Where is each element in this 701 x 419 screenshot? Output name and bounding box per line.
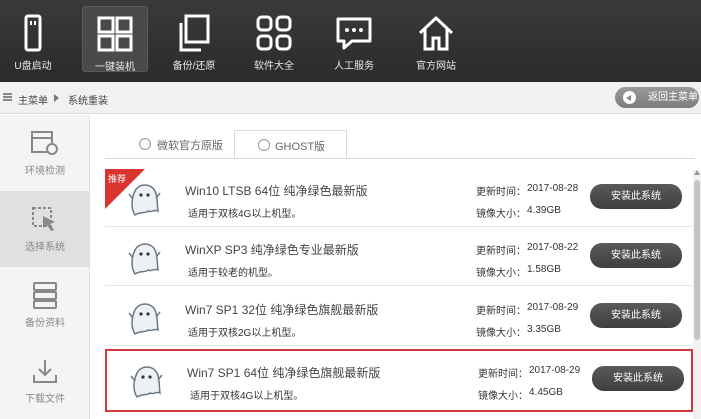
sidebar: 环境检测 选择系统 备份资料 下载文件 — [0, 115, 90, 419]
database-icon — [33, 282, 57, 309]
scrollbar-thumb[interactable] — [694, 180, 700, 340]
scroll-up-arrow-icon[interactable] — [694, 170, 700, 175]
ghost-icon — [130, 366, 163, 399]
ghost-icon — [128, 184, 161, 217]
system-title: Win7 SP1 64位 纯净绿色旗舰最新版 — [187, 366, 381, 380]
hardware-check-icon — [31, 131, 58, 155]
tab-label: GHOST版 — [275, 141, 326, 153]
cursor-select-icon — [32, 207, 55, 231]
download-icon — [33, 360, 57, 383]
system-description: 适用于双核2G以上机型。 — [188, 328, 302, 339]
breadcrumb: 主菜单 系统重装 — [0, 82, 701, 114]
system-title: Win10 LTSB 64位 纯净绿色最新版 — [185, 184, 368, 198]
system-row[interactable]: 推荐 Win10 LTSB 64位 纯净绿色最新版 适用于双核4G以上机型。 更… — [105, 169, 692, 227]
scrollbar[interactable] — [693, 170, 701, 419]
breadcrumb-current: 系统重装 — [68, 96, 108, 107]
image-size-label: 镜像大小： — [476, 209, 526, 220]
system-row[interactable]: Win7 SP1 32位 纯净绿色旗舰最新版 适用于双核2G以上机型。 更新时间… — [105, 288, 692, 346]
back-arrow-icon — [623, 91, 636, 104]
update-time-value: 2017-08-22 — [527, 242, 579, 253]
install-system-button[interactable]: 安装此系统 — [590, 184, 682, 209]
image-size-value: 4.45GB — [529, 387, 563, 398]
back-to-main-menu-button[interactable]: 返回主菜单 — [615, 87, 699, 108]
sidebar-label: 备份资料 — [25, 318, 65, 329]
windows-logo-icon — [97, 16, 133, 52]
ghost-disc-icon — [258, 139, 270, 151]
update-time-label: 更新时间： — [476, 187, 526, 198]
usb-drive-icon — [24, 14, 42, 52]
image-size-label: 镜像大小： — [476, 328, 526, 339]
toolbar-website[interactable]: 官方网站 — [403, 6, 469, 72]
toolbar-software[interactable]: 软件大全 — [241, 6, 307, 72]
image-size-label: 镜像大小： — [478, 391, 528, 402]
image-size-value: 1.58GB — [527, 264, 561, 275]
toolbar-one-click-install[interactable]: 一键装机 — [82, 6, 148, 73]
ghost-icon — [128, 303, 161, 336]
update-time-value: 2017-08-28 — [527, 183, 579, 194]
sidebar-item-download-files[interactable]: 下载文件 — [0, 343, 90, 419]
install-system-button[interactable]: 安装此系统 — [590, 303, 682, 328]
sidebar-item-select-system[interactable]: 选择系统 — [0, 191, 90, 267]
toolbar-label: 官方网站 — [416, 61, 456, 72]
sidebar-item-environment-check[interactable]: 环境检测 — [0, 115, 90, 191]
toolbar-usb-boot[interactable]: U盘启动 — [0, 6, 66, 72]
install-system-button[interactable]: 安装此系统 — [590, 243, 682, 268]
apps-grid-icon — [256, 15, 292, 51]
system-row-selected[interactable]: Win7 SP1 64位 纯净绿色旗舰最新版 适用于双核4G以上机型。 更新时间… — [105, 349, 693, 412]
tab-ghost[interactable]: GHOST版 — [234, 130, 347, 159]
update-time-value: 2017-08-29 — [529, 365, 581, 376]
home-icon — [418, 16, 454, 51]
system-description: 适用于双核4G以上机型。 — [190, 391, 304, 402]
system-title: Win7 SP1 32位 纯净绿色旗舰最新版 — [185, 303, 379, 317]
top-toolbar: U盘启动 一键装机 备份/还原 软件大全 人工服务 官方网站 — [0, 0, 701, 82]
update-time-value: 2017-08-29 — [527, 302, 579, 313]
toolbar-label: 软件大全 — [254, 61, 294, 72]
image-size-value: 4.39GB — [527, 205, 561, 216]
sidebar-label: 环境检测 — [25, 166, 65, 177]
tab-microsoft-original[interactable]: 微软官方原版 — [130, 130, 234, 159]
tab-label: 微软官方原版 — [157, 140, 223, 152]
system-description: 适用于双核4G以上机型。 — [188, 209, 302, 220]
toolbar-label: 人工服务 — [334, 61, 374, 72]
tab-divider — [105, 158, 695, 159]
back-button-label: 返回主菜单 — [648, 92, 698, 103]
toolbar-label: 备份/还原 — [172, 61, 216, 72]
chat-bubble-icon — [336, 17, 372, 50]
copy-documents-icon — [179, 14, 210, 52]
toolbar-label: 一键装机 — [95, 62, 135, 73]
toolbar-label: U盘启动 — [14, 61, 52, 72]
image-size-label: 镜像大小： — [476, 268, 526, 279]
sidebar-label: 下载文件 — [25, 394, 65, 405]
system-title: WinXP SP3 纯净绿色专业最新版 — [185, 243, 359, 257]
image-size-value: 3.35GB — [527, 324, 561, 335]
system-description: 适用于较老的机型。 — [188, 268, 278, 279]
system-row[interactable]: WinXP SP3 纯净绿色专业最新版 适用于较老的机型。 更新时间： 2017… — [105, 228, 692, 286]
sidebar-label: 选择系统 — [25, 242, 65, 253]
menu-icon — [3, 93, 12, 101]
recommended-badge-label: 推荐 — [108, 174, 127, 184]
toolbar-support[interactable]: 人工服务 — [321, 6, 387, 72]
breadcrumb-home[interactable]: 主菜单 — [18, 92, 48, 107]
ghost-icon — [128, 243, 161, 276]
sidebar-item-backup-data[interactable]: 备份资料 — [0, 267, 90, 343]
chevron-right-icon — [54, 94, 59, 102]
disc-icon — [139, 138, 151, 150]
install-system-button[interactable]: 安装此系统 — [592, 366, 684, 391]
update-time-label: 更新时间： — [476, 246, 526, 257]
toolbar-backup-restore[interactable]: 备份/还原 — [161, 6, 227, 72]
update-time-label: 更新时间： — [476, 306, 526, 317]
update-time-label: 更新时间： — [478, 369, 528, 380]
